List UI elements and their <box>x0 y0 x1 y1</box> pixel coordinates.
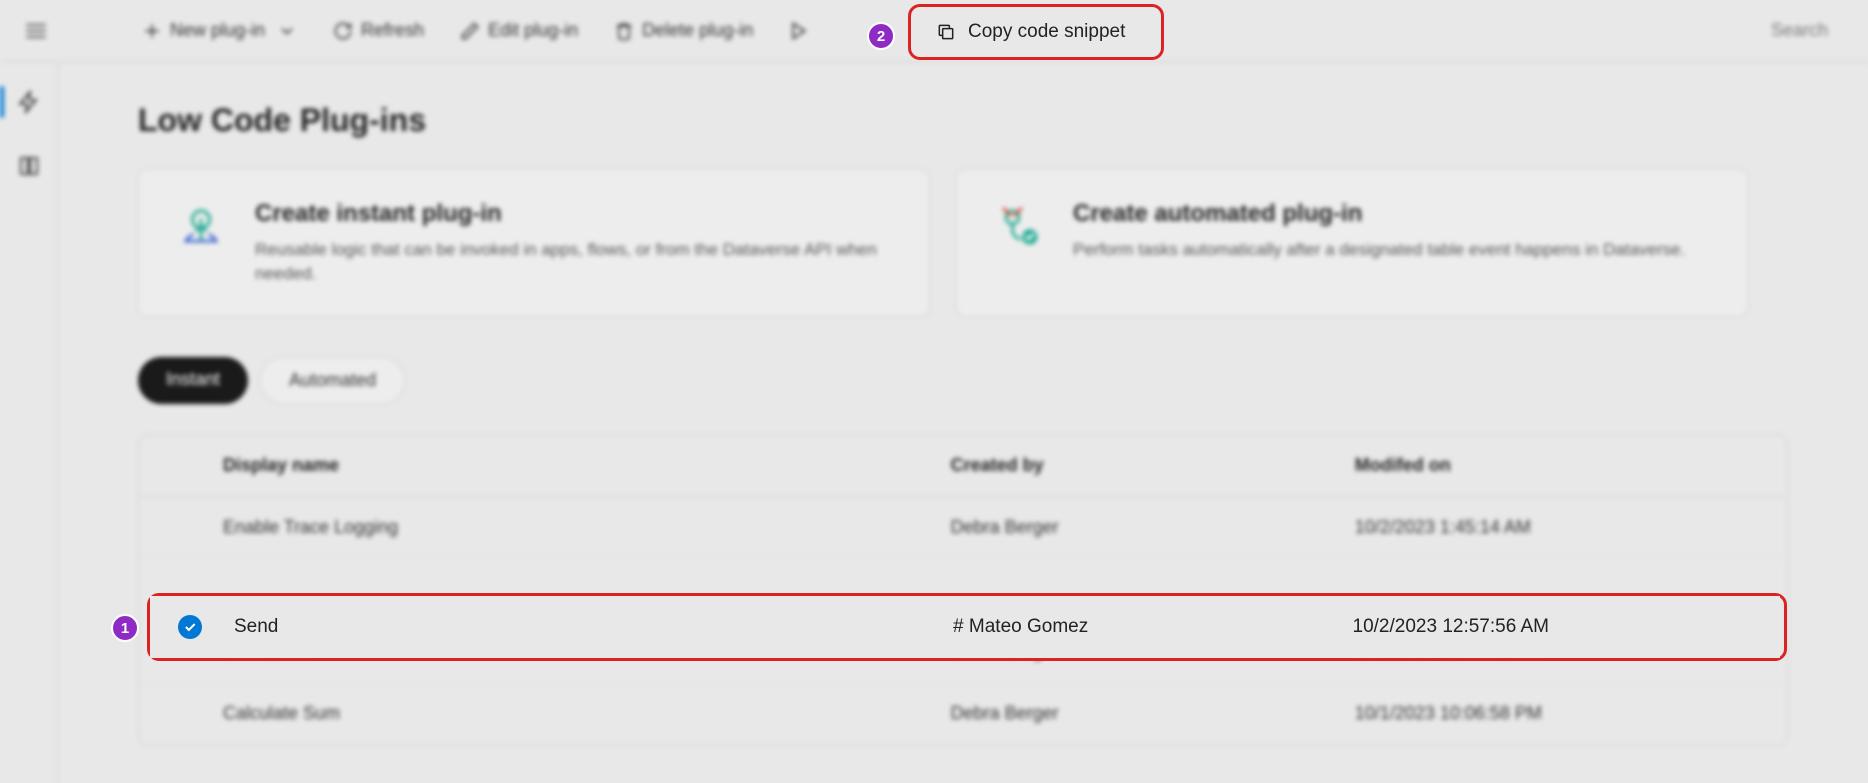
play-icon <box>789 21 809 41</box>
header-display-name[interactable]: Display name <box>223 455 951 476</box>
automated-card-title: Create automated plug-in <box>1073 200 1685 228</box>
create-automated-card[interactable]: Create automated plug-in Perform tasks a… <box>956 169 1748 317</box>
row-name: Send <box>234 616 953 638</box>
touch-icon <box>175 200 227 252</box>
search-input[interactable]: Search <box>1751 10 1848 51</box>
table-row[interactable]: Calculate Sum Debra Berger 10/1/2023 10:… <box>139 683 1787 745</box>
refresh-label: Refresh <box>361 20 424 41</box>
new-plugin-button[interactable]: New plug-in <box>128 12 311 49</box>
table-row-selected[interactable]: Send # Mateo Gomez 10/2/2023 12:57:56 AM <box>150 596 1780 658</box>
row-by: # Mateo Gomez <box>953 616 1352 638</box>
new-plugin-label: New plug-in <box>170 20 265 41</box>
row-name: Calculate Sum <box>223 703 951 724</box>
row-date: 10/2/2023 1:45:14 AM <box>1355 517 1759 538</box>
main-content: Low Code Plug-ins Create instant plug-in… <box>58 62 1868 783</box>
refresh-button[interactable]: Refresh <box>319 12 438 49</box>
copy-snippet-label: Copy code snippet <box>968 21 1125 43</box>
copy-code-snippet-button[interactable]: Copy code snippet <box>920 10 1157 54</box>
callout-badge-1: 1 <box>111 614 139 642</box>
rail-plugins-icon[interactable] <box>9 82 49 122</box>
instant-card-desc: Reusable logic that can be invoked in ap… <box>255 238 893 286</box>
edit-plugin-button[interactable]: Edit plug-in <box>446 12 592 49</box>
edit-label: Edit plug-in <box>488 20 578 41</box>
chevron-down-icon <box>277 21 297 41</box>
row-name: Enable Trace Logging <box>223 517 951 538</box>
callout-badge-2: 2 <box>867 22 895 50</box>
row-date: 10/1/2023 10:06:58 PM <box>1355 703 1759 724</box>
play-button[interactable] <box>775 13 823 49</box>
row-by: Debra Berger <box>951 703 1355 724</box>
tab-automated[interactable]: Automated <box>260 357 405 404</box>
header-created-by[interactable]: Created by <box>951 455 1355 476</box>
row-date: 10/2/2023 12:57:56 AM <box>1353 616 1752 638</box>
trash-icon <box>614 21 634 41</box>
instant-card-title: Create instant plug-in <box>255 200 893 228</box>
header-modified-on[interactable]: Modifed on <box>1355 455 1759 476</box>
plug-icon <box>993 200 1045 252</box>
create-instant-card[interactable]: Create instant plug-in Reusable logic th… <box>138 169 930 317</box>
tab-instant[interactable]: Instant <box>138 357 248 404</box>
rail-book-icon[interactable] <box>9 146 49 186</box>
automated-card-desc: Perform tasks automatically after a desi… <box>1073 238 1685 262</box>
left-rail <box>0 62 58 783</box>
copy-icon <box>936 22 956 42</box>
plugins-table: Display name Created by Modifed on Enabl… <box>138 434 1788 746</box>
hamburger-menu-icon[interactable] <box>20 15 52 47</box>
delete-label: Delete plug-in <box>642 20 753 41</box>
page-title: Low Code Plug-ins <box>138 102 1788 139</box>
plus-icon <box>142 21 162 41</box>
table-row[interactable]: Enable Trace Logging Debra Berger 10/2/2… <box>139 497 1787 559</box>
edit-icon <box>460 21 480 41</box>
refresh-icon <box>333 21 353 41</box>
delete-plugin-button[interactable]: Delete plug-in <box>600 12 767 49</box>
checkmark-icon[interactable] <box>178 615 202 639</box>
row-by: Debra Berger <box>951 517 1355 538</box>
